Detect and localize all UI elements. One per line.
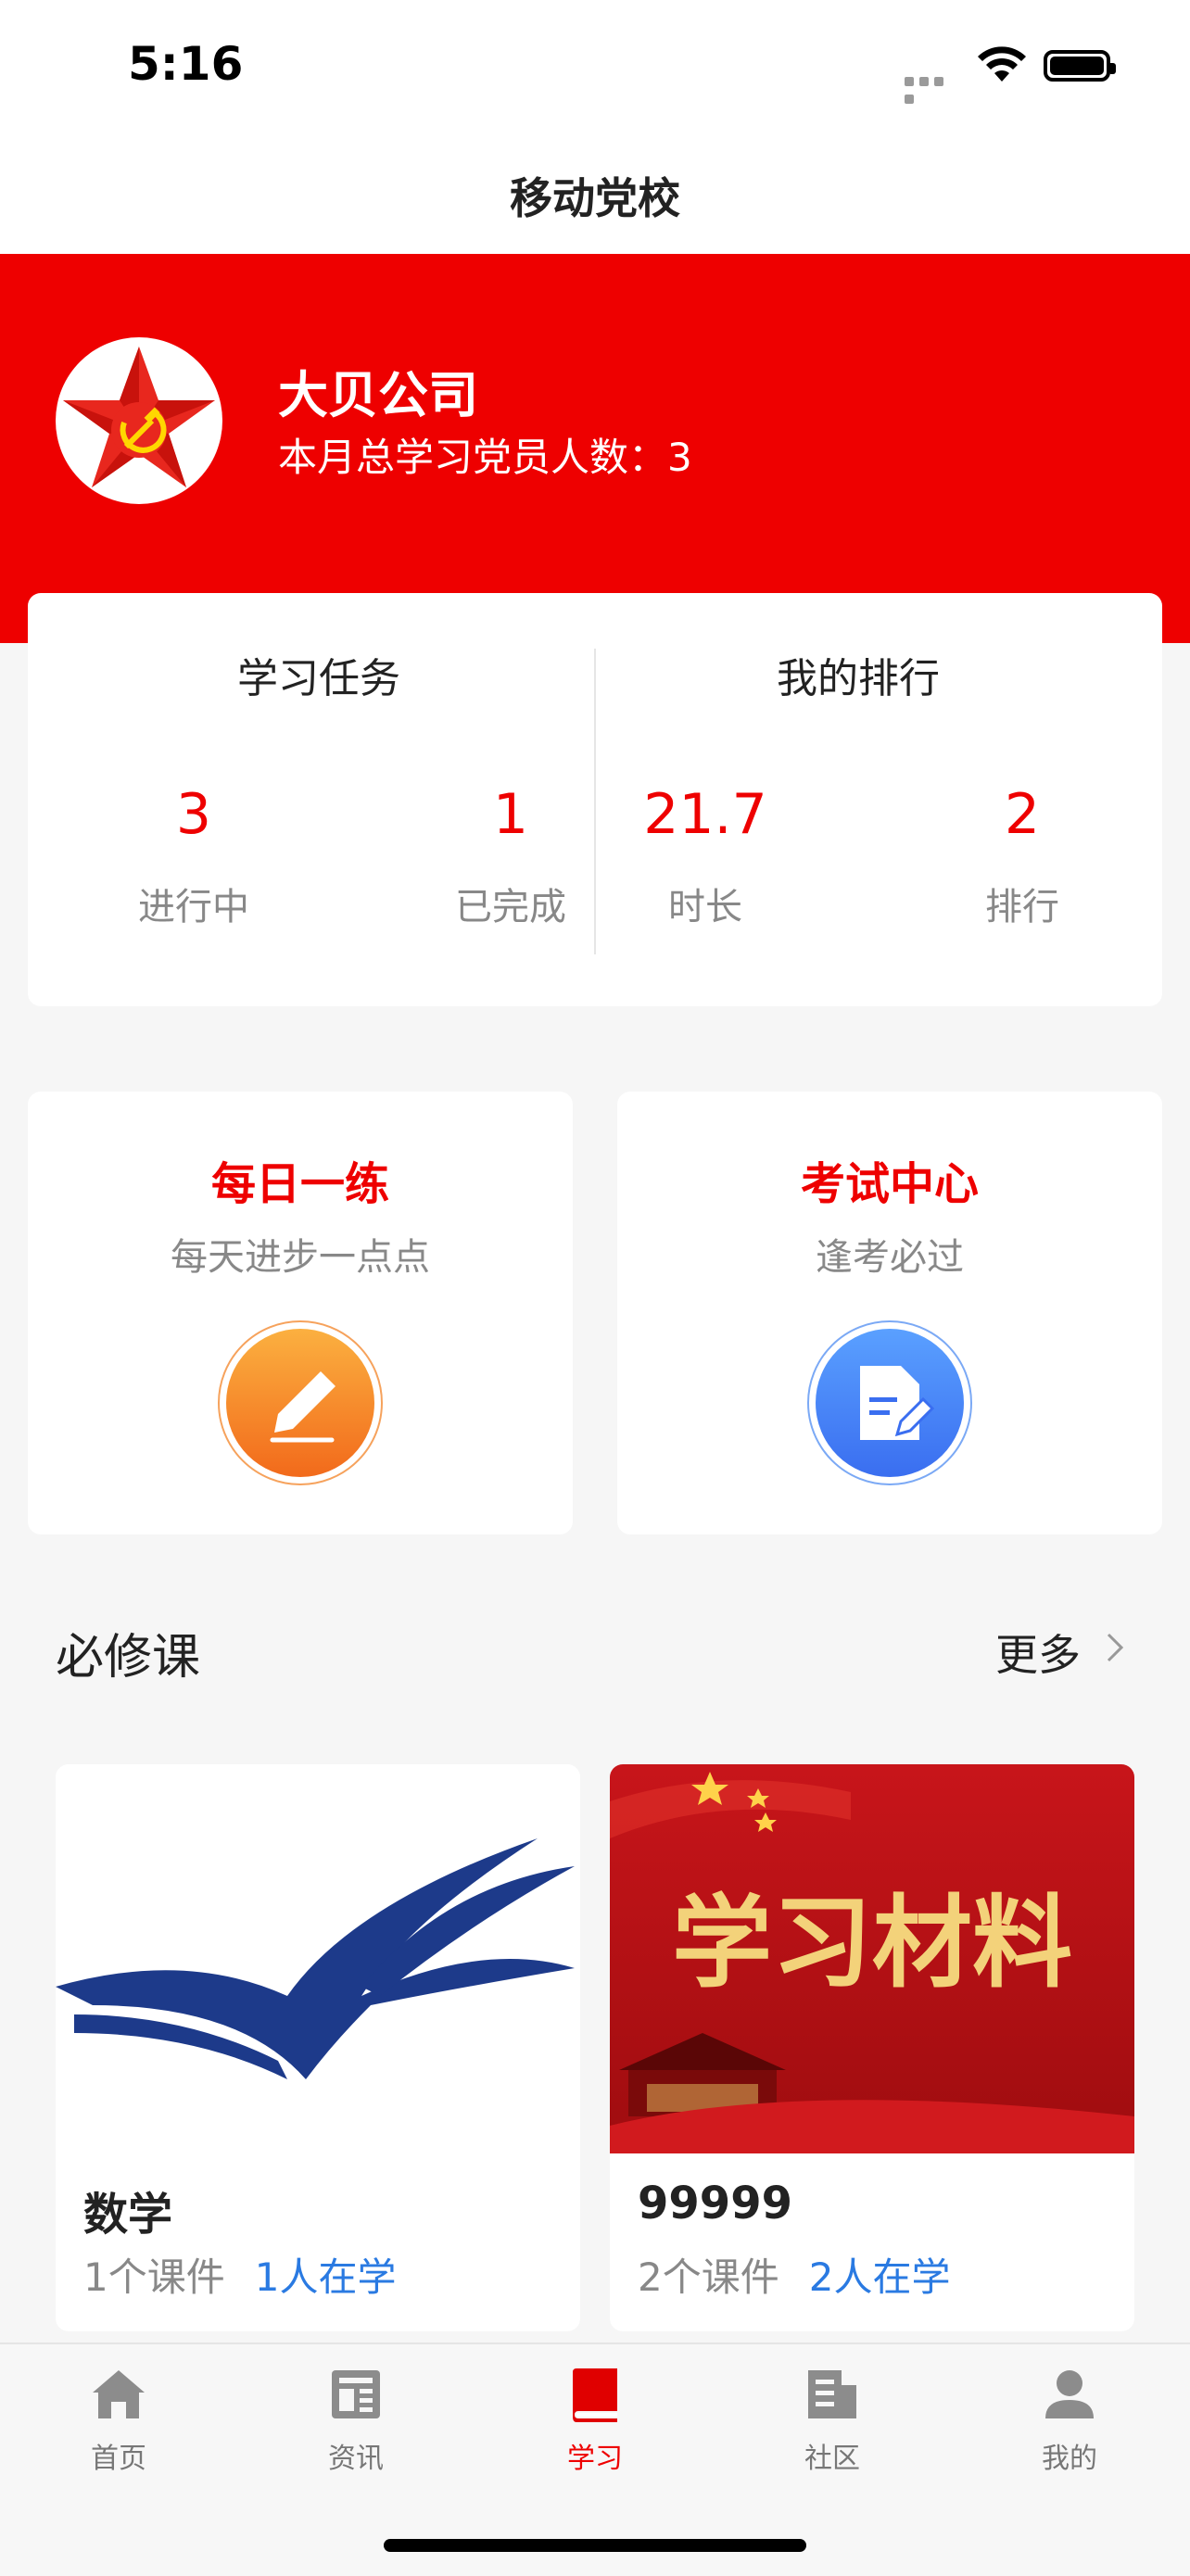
tab-label: 资讯 <box>328 2443 384 2475</box>
tasks-in-progress-label: 进行中 <box>138 886 249 928</box>
tab-study[interactable]: 学习 <box>512 2365 678 2476</box>
exam-center-title: 考试中心 <box>800 1158 979 1210</box>
tasks-completed-label: 已完成 <box>455 886 566 928</box>
course-learner-count: 1人在学 <box>254 2254 397 2300</box>
tab-home[interactable]: 首页 <box>35 2365 202 2476</box>
tab-label: 学习 <box>567 2443 623 2475</box>
page-title: 移动党校 <box>510 173 680 223</box>
exam-center-subtitle: 逢考必过 <box>816 1236 964 1279</box>
course-title: 数学 <box>83 2189 173 2241</box>
course-thumbnail-book-logo <box>56 1764 580 2153</box>
news-icon <box>332 2370 380 2418</box>
pencil-icon <box>218 1320 383 1485</box>
study-duration-value[interactable]: 21.7 <box>613 782 798 847</box>
course-card-math[interactable]: 数学 1个课件 1人在学 <box>56 1764 580 2331</box>
community-icon <box>808 2370 856 2418</box>
banner-text: 学习材料 <box>672 1885 1072 2001</box>
daily-practice-title: 每日一练 <box>210 1158 389 1210</box>
wifi-icon <box>978 46 1026 82</box>
tab-label: 我的 <box>1042 2443 1097 2475</box>
tab-label: 首页 <box>91 2443 146 2475</box>
profile-icon <box>1045 2370 1094 2418</box>
learning-stats-card: 学习任务 我的排行 3 进行中 1 已完成 21.7 时长 2 排行 <box>28 593 1162 1006</box>
tab-mine[interactable]: 我的 <box>986 2365 1153 2476</box>
status-time: 5:16 <box>128 37 244 91</box>
org-header: 大贝公司 本月总学习党员人数：3 <box>0 254 1190 643</box>
course-card-99999[interactable]: 学习材料 99999 2个课件 2人在学 <box>610 1764 1134 2331</box>
monthly-learner-count: 本月总学习党员人数：3 <box>278 435 692 480</box>
required-courses-title: 必修课 <box>56 1630 201 1686</box>
home-icon <box>93 2370 145 2418</box>
course-lesson-count: 2个课件 <box>638 2254 779 2300</box>
tasks-heading: 学习任务 <box>237 655 400 702</box>
daily-practice-card[interactable]: 每日一练 每天进步一点点 <box>28 1092 573 1534</box>
tasks-completed-count[interactable]: 1 <box>418 782 603 847</box>
ranking-heading: 我的排行 <box>777 655 940 702</box>
course-title: 99999 <box>638 2178 792 2229</box>
tab-community[interactable]: 社区 <box>749 2365 916 2476</box>
tab-news[interactable]: 资讯 <box>272 2365 439 2476</box>
tasks-in-progress-count[interactable]: 3 <box>101 782 286 847</box>
daily-practice-subtitle: 每天进步一点点 <box>171 1236 430 1279</box>
study-duration-label: 时长 <box>668 886 742 928</box>
status-bar: 5:16 <box>0 0 1190 130</box>
tab-label: 社区 <box>804 2443 860 2475</box>
home-indicator <box>384 2539 806 2552</box>
cellular-signal-icon <box>905 72 962 104</box>
navigation-bar: 移动党校 <box>0 130 1190 254</box>
book-icon <box>573 2368 617 2422</box>
rank-label: 排行 <box>985 886 1059 928</box>
chevron-right-icon[interactable] <box>1101 1629 1129 1666</box>
document-edit-icon <box>807 1320 972 1485</box>
course-meta: 1个课件 1人在学 <box>83 2246 396 2303</box>
course-learner-count: 2人在学 <box>808 2254 951 2300</box>
org-name: 大贝公司 <box>278 366 478 424</box>
red-star-emblem-icon <box>63 347 215 487</box>
more-link[interactable]: 更多 <box>995 1622 1081 1683</box>
exam-center-card[interactable]: 考试中心 逢考必过 <box>617 1092 1162 1534</box>
rank-value[interactable]: 2 <box>930 782 1115 847</box>
battery-icon <box>1044 50 1116 82</box>
course-meta: 2个课件 2人在学 <box>638 2246 950 2303</box>
party-emblem-avatar <box>56 337 222 504</box>
course-thumbnail-study-material-banner: 学习材料 <box>610 1764 1134 2153</box>
course-lesson-count: 1个课件 <box>83 2254 225 2300</box>
